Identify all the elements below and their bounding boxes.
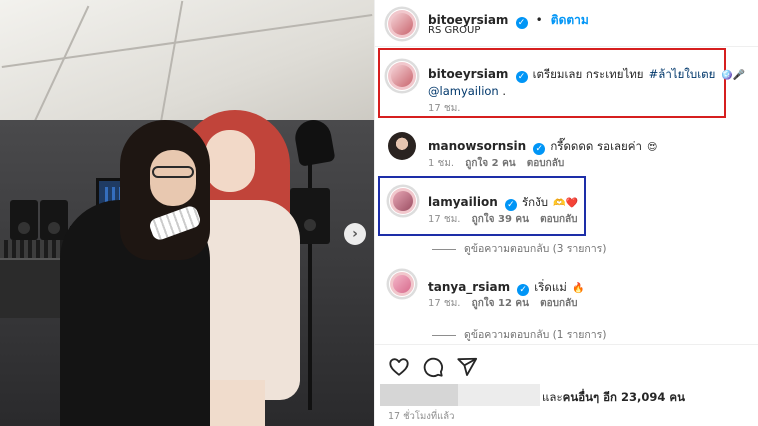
separator-dot: • <box>535 13 543 27</box>
commenter-avatar[interactable] <box>388 270 416 298</box>
comment-username[interactable]: manowsornsin <box>428 139 526 153</box>
studio-speaker <box>10 200 38 240</box>
verified-icon: ✓ <box>515 71 528 83</box>
verified-icon: ✓ <box>517 284 530 296</box>
caption-mention[interactable]: @lamyailion <box>428 84 499 98</box>
comment-likes[interactable]: ถูกใจ 12 คน <box>472 298 529 309</box>
post-photo: › <box>0 0 374 426</box>
comment-time: 1 ชม. <box>428 158 455 169</box>
share-icon[interactable] <box>456 356 478 378</box>
comment-time: 17 ชม. <box>428 214 461 225</box>
author-subtitle: RS GROUP <box>428 25 481 36</box>
verified-icon: ✓ <box>533 143 546 155</box>
comment-likes[interactable]: ถูกใจ 39 คน <box>472 214 529 225</box>
glasses <box>152 166 194 178</box>
reply-button[interactable]: ตอบกลับ <box>527 158 564 169</box>
reply-button[interactable]: ตอบกลับ <box>540 298 577 309</box>
post-time-ago: 17 ชั่วโมงที่แล้ว <box>388 411 455 422</box>
comment-text: รักงับ <box>521 195 549 209</box>
follow-button[interactable]: ติดตาม <box>551 13 589 27</box>
view-replies-button[interactable]: ดูข้อความตอบกลับ (1 รายการ) <box>432 326 606 343</box>
comment-meta: 17 ชม. ถูกใจ 39 คน ตอบกลับ <box>428 212 578 227</box>
blurred-liker <box>380 384 458 406</box>
header-divider <box>374 46 758 47</box>
likes-others[interactable]: คนอื่นๆ อีก 23,094 คน <box>563 390 685 404</box>
view-replies-button[interactable]: ดูข้อความตอบกลับ (3 รายการ) <box>432 240 606 257</box>
fire-emoji: 🔥 <box>571 283 585 294</box>
caption-mention-suffix: . <box>498 84 507 98</box>
caption-username[interactable]: bitoeyrsiam <box>428 67 508 81</box>
verified-icon: ✓ <box>515 17 528 29</box>
comment-likes[interactable]: ถูกใจ 2 คน <box>465 158 515 169</box>
replies-dash <box>432 248 456 250</box>
actions-divider <box>374 344 758 345</box>
next-photo-button[interactable]: › <box>344 223 366 245</box>
person-right-face <box>205 130 255 192</box>
disco-mic-emoji: 🪩🎤 <box>720 70 746 81</box>
caption-mention-line: @lamyailion . <box>428 80 506 99</box>
comment-text: เริ่ดแม่ <box>534 280 567 294</box>
commenter-avatar[interactable] <box>388 132 416 160</box>
caption-avatar[interactable] <box>386 60 418 92</box>
comment-username[interactable]: lamyailion <box>428 195 498 209</box>
comment-line: lamyailion ✓ รักงับ 🫶❤️ <box>428 191 578 212</box>
comment-meta: 17 ชม. ถูกใจ 12 คน ตอบกลับ <box>428 296 578 311</box>
comment-time: 17 ชม. <box>428 298 461 309</box>
comment-text: กรี๊ดดดด รอเลยค่า <box>550 139 642 153</box>
heart-eyes-emoji: 😍 <box>647 142 658 153</box>
comment-line: tanya_rsiam ✓ เริ่ดแม่ 🔥 <box>428 276 584 297</box>
replies-dash <box>432 334 456 336</box>
person-left-face <box>150 150 196 206</box>
heart-hands-emoji: 🫶❤️ <box>553 198 579 209</box>
comment-meta: 1 ชม. ถูกใจ 2 คน ตอบกลับ <box>428 156 564 171</box>
caption-hashtag[interactable]: #ล้าไยใบเตย <box>649 67 716 81</box>
heart-icon[interactable] <box>388 356 410 378</box>
author-avatar[interactable] <box>386 8 418 40</box>
blurred-liker <box>458 384 540 406</box>
studio-speaker <box>40 200 68 240</box>
comment-icon[interactable] <box>422 356 444 378</box>
verified-icon: ✓ <box>504 199 517 211</box>
caption-time: 17 ชม. <box>428 103 461 114</box>
caption-text: เตรียมเลย กระเทยไทย <box>532 67 644 81</box>
likes-prefix: และ <box>542 390 563 404</box>
comment-username[interactable]: tanya_rsiam <box>428 280 510 294</box>
view-replies-label: ดูข้อความตอบกลับ (3 รายการ) <box>464 243 607 255</box>
view-replies-label: ดูข้อความตอบกลับ (1 รายการ) <box>464 329 607 341</box>
commenter-avatar[interactable] <box>388 186 418 216</box>
likes-count[interactable]: และคนอื่นๆ อีก 23,094 คน <box>542 389 685 407</box>
reply-button[interactable]: ตอบกลับ <box>540 214 577 225</box>
comment-line: manowsornsin ✓ กรี๊ดดดด รอเลยค่า 😍 <box>428 135 657 156</box>
